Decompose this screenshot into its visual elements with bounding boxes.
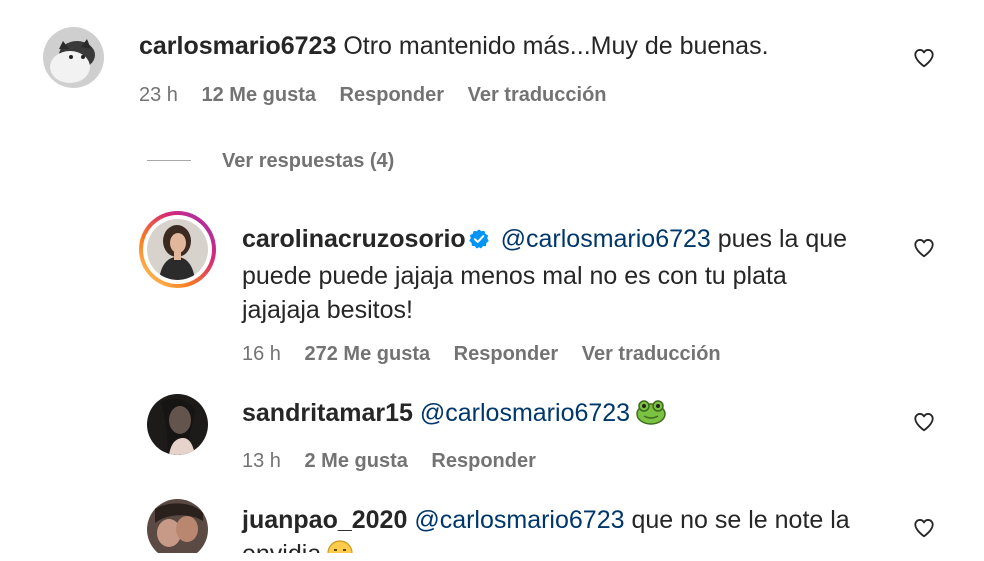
comment-text-line1: que no se le note la	[631, 506, 850, 534]
comment-username[interactable]: juanpao_2020	[242, 506, 407, 534]
mention-link[interactable]: @carlosmario6723	[414, 506, 624, 534]
reply-juanpao_2020: juanpao_2020 @carlosmario6723 que no se …	[0, 0, 984, 553]
avatar[interactable]	[147, 499, 208, 553]
comment-text-line2: envidia	[242, 540, 321, 553]
heart-outline-icon[interactable]	[913, 517, 935, 539]
smirk-emoji	[327, 540, 353, 553]
